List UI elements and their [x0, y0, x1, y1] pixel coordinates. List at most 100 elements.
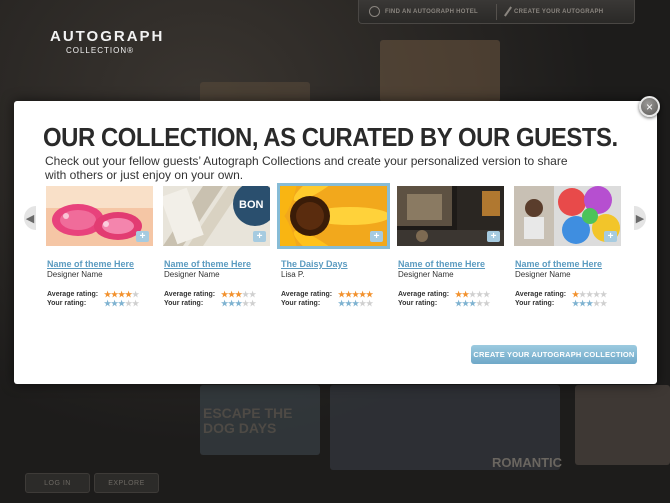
theme-thumbnail-pink-sandals[interactable]: +: [46, 186, 153, 246]
average-rating-row: Average rating: ★★★★★: [515, 290, 607, 299]
star-filled-icon[interactable]: ★: [462, 299, 469, 308]
star-filled-icon[interactable]: ★: [572, 299, 579, 308]
star-empty-icon[interactable]: ★: [249, 299, 256, 308]
theme-name-link[interactable]: The Daisy Days: [281, 259, 348, 269]
poster-dog-days: DOG DAYS: [203, 420, 277, 436]
average-rating-stars: ★★★★★: [455, 290, 490, 299]
star-empty-icon[interactable]: ★: [483, 299, 490, 308]
star-filled-icon: ★: [352, 290, 360, 299]
star-empty-icon: ★: [242, 290, 250, 299]
star-empty-icon[interactable]: ★: [125, 299, 132, 308]
your-rating-label: Your rating:: [398, 300, 438, 307]
star-filled-icon: ★: [221, 290, 229, 299]
star-filled-icon[interactable]: ★: [352, 299, 359, 308]
chevron-right-icon: ▶: [635, 212, 645, 225]
your-rating-stars[interactable]: ★★★★★: [572, 299, 607, 308]
average-rating-label: Average rating:: [281, 291, 333, 298]
add-icon[interactable]: +: [487, 231, 500, 242]
theme-name-link[interactable]: Name of theme Here: [164, 259, 251, 269]
designer-name: Designer Name: [164, 270, 220, 279]
compass-icon: [369, 6, 380, 17]
chevron-left-icon: ◀: [25, 212, 35, 225]
add-icon[interactable]: +: [604, 231, 617, 242]
average-rating-stars: ★★★★★: [572, 290, 607, 299]
your-rating-stars[interactable]: ★★★★★: [221, 299, 256, 308]
average-rating-row: Average rating: ★★★★★: [164, 290, 256, 299]
your-rating-stars[interactable]: ★★★★★: [338, 299, 373, 308]
average-rating-stars: ★★★★★: [221, 290, 256, 299]
poster-romantic: ROMANTIC: [492, 455, 563, 470]
star-filled-icon: ★: [104, 290, 112, 299]
add-icon[interactable]: +: [136, 231, 149, 242]
theme-thumbnail-dark-room[interactable]: +: [397, 186, 504, 246]
background-photo: [380, 40, 500, 102]
nav-find-hotel[interactable]: FIND AN AUTOGRAPH HOTEL: [359, 6, 496, 17]
star-empty-icon: ★: [593, 290, 601, 299]
theme-thumbnail-paint-cups[interactable]: +: [514, 186, 621, 246]
modal-title: OUR COLLECTION, AS CURATED BY OUR GUESTS…: [43, 122, 618, 152]
login-button[interactable]: LOG IN: [25, 473, 90, 493]
star-filled-icon: ★: [462, 290, 470, 299]
star-filled-icon[interactable]: ★: [235, 299, 242, 308]
star-filled-icon[interactable]: ★: [579, 299, 586, 308]
theme-name-link[interactable]: Name of theme Here: [47, 259, 134, 269]
star-empty-icon[interactable]: ★: [366, 299, 373, 308]
star-filled-icon[interactable]: ★: [118, 299, 125, 308]
your-rating-row: Your rating: ★★★★★: [398, 299, 490, 308]
nav-create-label: CREATE YOUR AUTOGRAPH: [514, 8, 604, 15]
pen-icon: [504, 6, 512, 17]
star-empty-icon[interactable]: ★: [132, 299, 139, 308]
average-rating-row: Average rating: ★★★★★: [398, 290, 490, 299]
your-rating-label: Your rating:: [47, 300, 87, 307]
theme-name-link[interactable]: Name of theme Here: [515, 259, 602, 269]
star-filled-icon[interactable]: ★: [228, 299, 235, 308]
star-filled-icon[interactable]: ★: [469, 299, 476, 308]
designer-name: Designer Name: [515, 270, 571, 279]
star-filled-icon[interactable]: ★: [111, 299, 118, 308]
average-rating-row: Average rating: ★★★★★: [47, 290, 139, 299]
explore-button[interactable]: EXPLORE: [94, 473, 159, 493]
average-rating-label: Average rating:: [398, 291, 450, 298]
close-button[interactable]: ×: [639, 96, 660, 117]
designer-name: Designer Name: [47, 270, 103, 279]
nav-find-label: FIND AN AUTOGRAPH HOTEL: [385, 8, 479, 15]
star-empty-icon[interactable]: ★: [600, 299, 607, 308]
star-filled-icon: ★: [338, 290, 346, 299]
star-empty-icon[interactable]: ★: [476, 299, 483, 308]
star-empty-icon[interactable]: ★: [359, 299, 366, 308]
star-filled-icon[interactable]: ★: [338, 299, 345, 308]
star-filled-icon[interactable]: ★: [455, 299, 462, 308]
theme-name-link[interactable]: Name of theme Here: [398, 259, 485, 269]
star-filled-icon: ★: [235, 290, 243, 299]
star-filled-icon[interactable]: ★: [586, 299, 593, 308]
theme-thumbnail-sunflower[interactable]: +: [277, 183, 390, 249]
average-rating-row: Average rating: ★★★★★: [281, 290, 373, 299]
background-photo: [575, 385, 670, 465]
star-empty-icon: ★: [483, 290, 491, 299]
star-empty-icon[interactable]: ★: [593, 299, 600, 308]
add-icon[interactable]: +: [253, 231, 266, 242]
star-filled-icon: ★: [572, 290, 580, 299]
your-rating-stars[interactable]: ★★★★★: [104, 299, 139, 308]
star-empty-icon[interactable]: ★: [242, 299, 249, 308]
your-rating-stars[interactable]: ★★★★★: [455, 299, 490, 308]
star-empty-icon: ★: [469, 290, 477, 299]
logo-text: AUTOGRAPH: [50, 28, 165, 45]
theme-thumbnail-vintage-signs[interactable]: BON +: [163, 186, 270, 246]
your-rating-label: Your rating:: [281, 300, 321, 307]
star-filled-icon: ★: [359, 290, 367, 299]
nav-create-autograph[interactable]: CREATE YOUR AUTOGRAPH: [497, 6, 634, 17]
poster-escape: ESCAPE THE: [203, 405, 293, 421]
create-collection-button[interactable]: CREATE YOUR AUTOGRAPH COLLECTION: [471, 345, 637, 364]
autograph-logo[interactable]: AUTOGRAPH COLLECTION®: [50, 28, 165, 55]
close-icon: ×: [645, 99, 653, 114]
top-navigation: FIND AN AUTOGRAPH HOTEL CREATE YOUR AUTO…: [358, 0, 635, 24]
your-rating-row: Your rating: ★★★★★: [281, 299, 373, 308]
star-filled-icon[interactable]: ★: [345, 299, 352, 308]
star-filled-icon[interactable]: ★: [221, 299, 228, 308]
star-filled-icon: ★: [111, 290, 119, 299]
add-icon[interactable]: +: [370, 231, 383, 242]
modal-subtitle: Check out your fellow guests’ Autograph …: [45, 154, 568, 182]
star-filled-icon[interactable]: ★: [104, 299, 111, 308]
average-rating-label: Average rating:: [515, 291, 567, 298]
